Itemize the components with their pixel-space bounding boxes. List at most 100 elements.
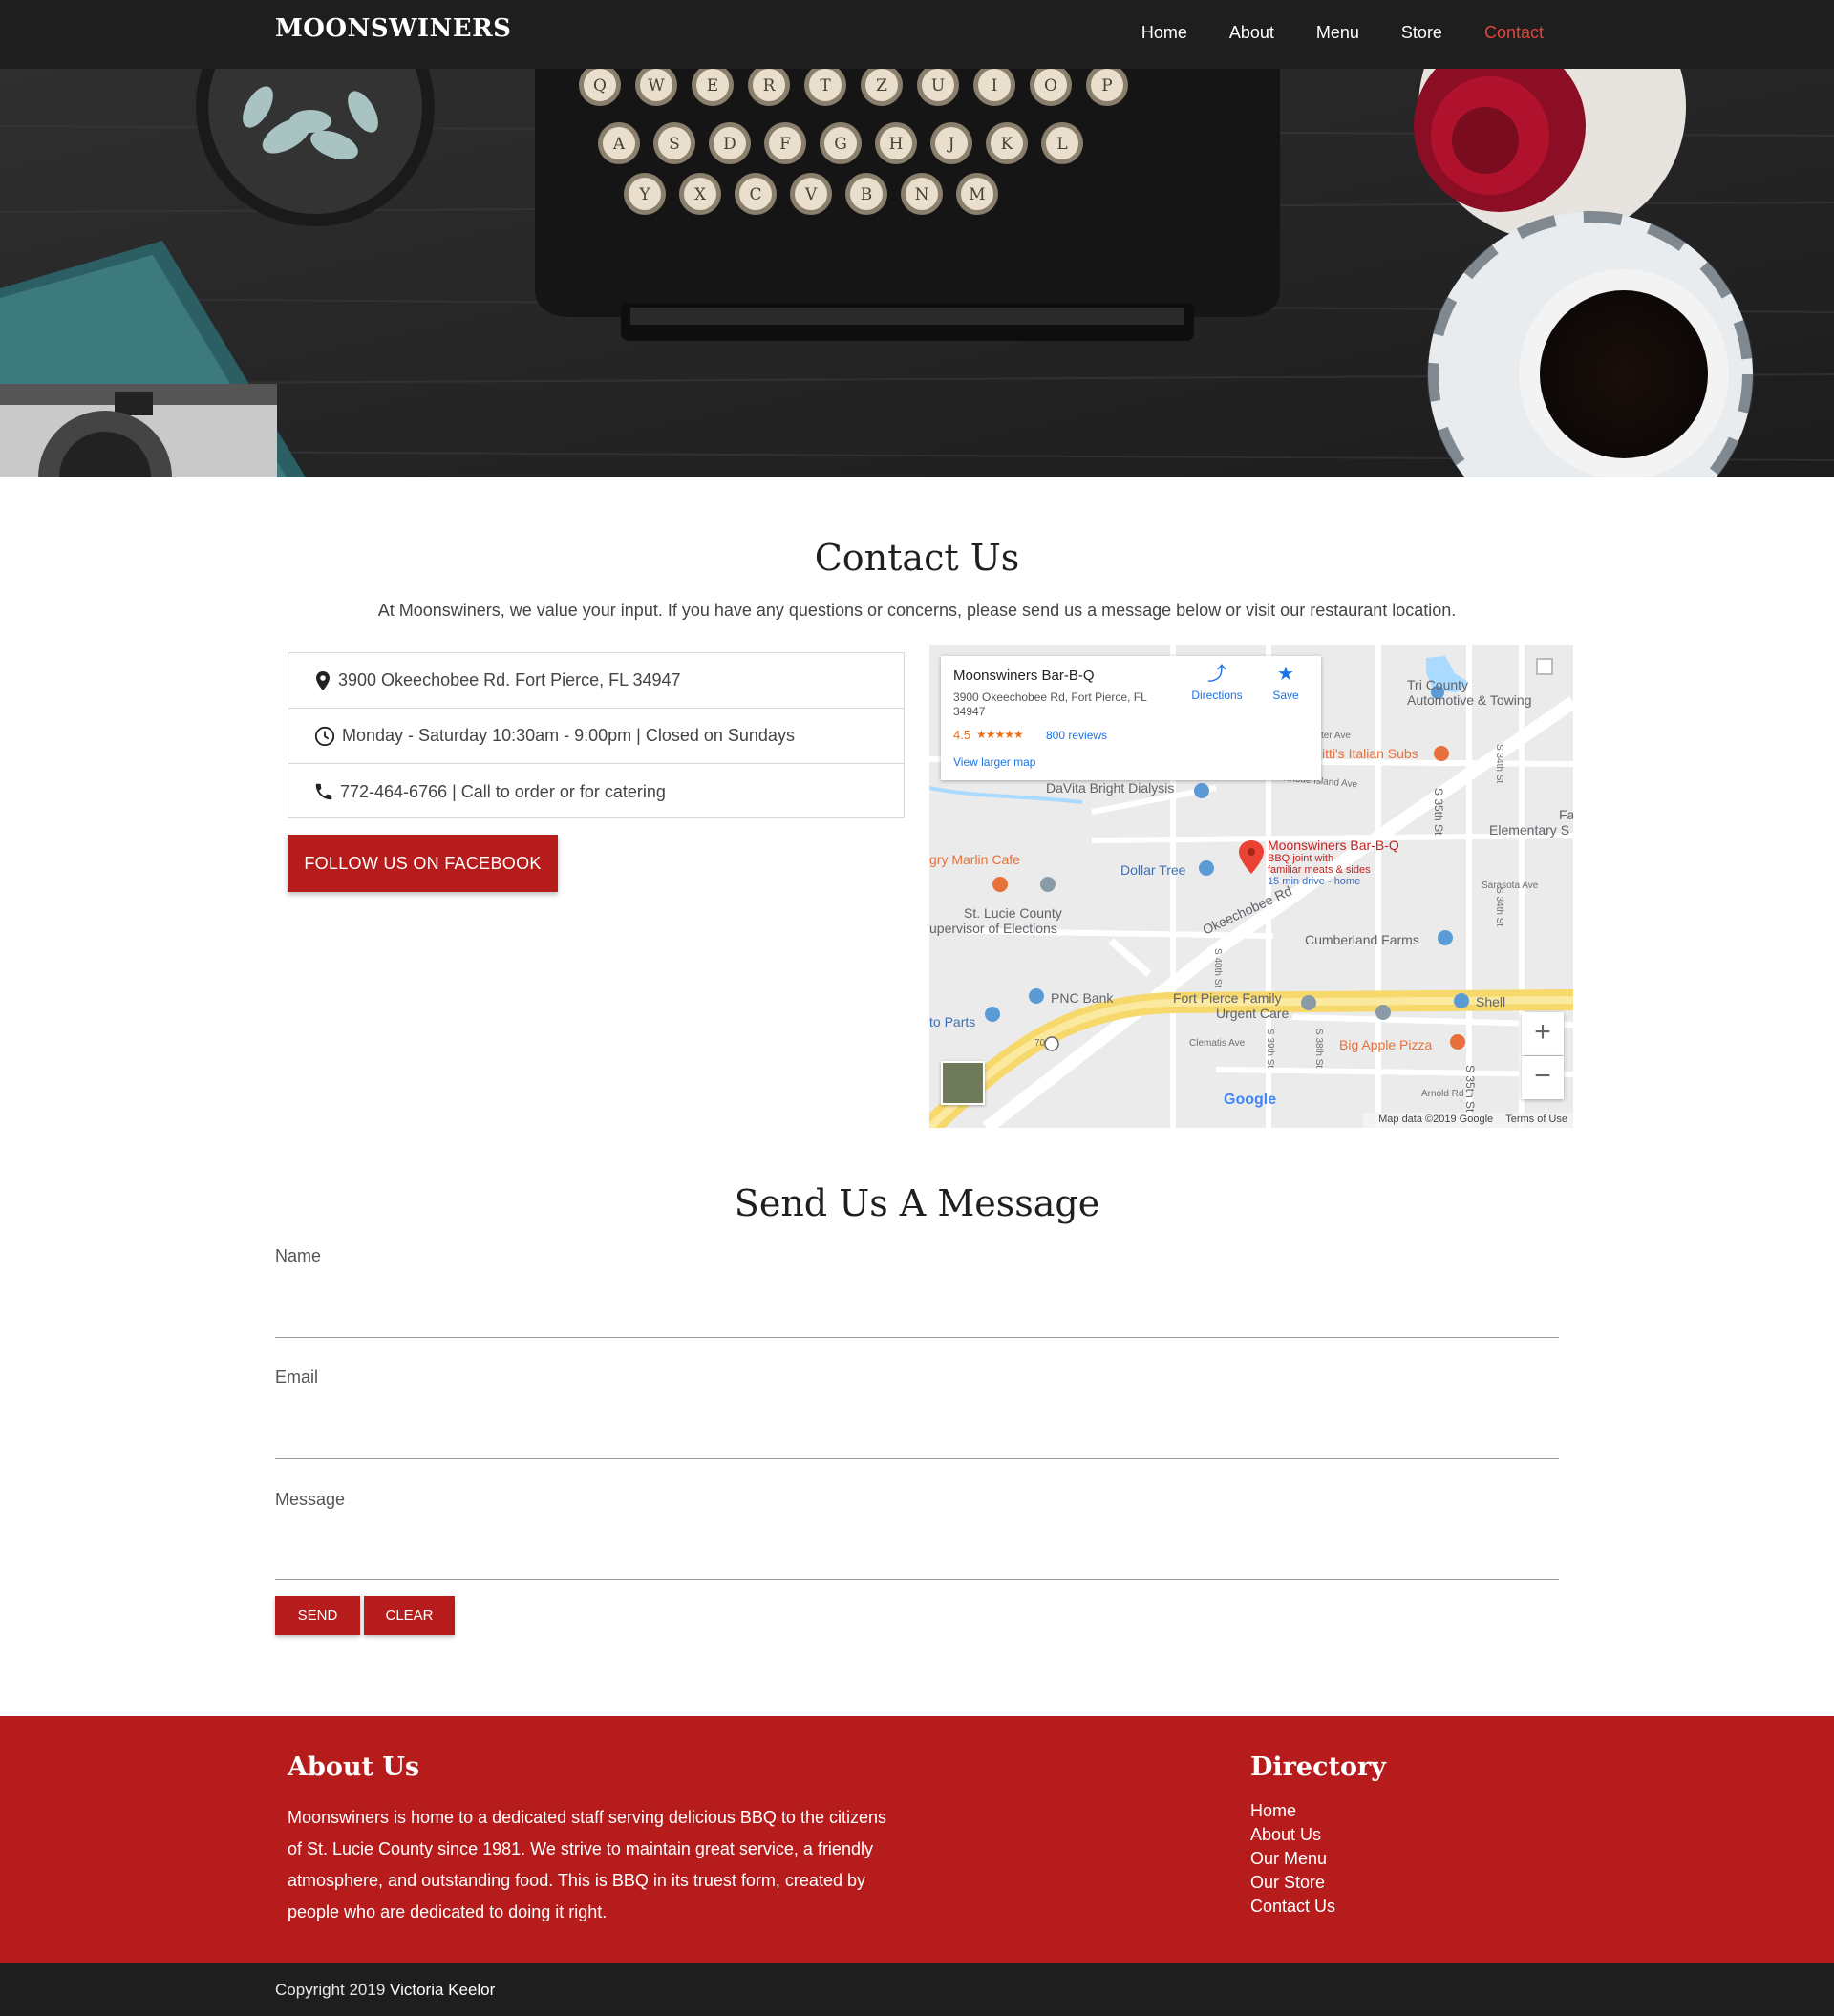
directions-button[interactable]: ⤴ Directions — [1184, 664, 1250, 702]
clear-button[interactable]: CLEAR — [364, 1596, 455, 1635]
place-name: Moonswiners Bar-B-Q — [953, 668, 1095, 684]
footer-link-store[interactable]: Our Store — [1250, 1873, 1325, 1892]
map-label: S 38th St — [1313, 1029, 1324, 1069]
nav-link-store[interactable]: Store — [1401, 23, 1442, 43]
map-label: DaVita Bright Dialysis — [1046, 780, 1175, 796]
message-form-title: Send Us A Message — [734, 1182, 1100, 1224]
save-label: Save — [1272, 689, 1299, 702]
hero-banner: Q W E R T Z U I O P A S D F G H J K L Y X C V B N M — [0, 69, 1834, 477]
map-label: Cumberland Farms — [1305, 932, 1419, 947]
save-button[interactable]: ★ Save — [1262, 664, 1310, 702]
typewriter-key-label: T — [820, 76, 831, 95]
camera — [0, 384, 277, 477]
map-label: Tri County — [1407, 677, 1469, 692]
map-label: Urgent Care — [1216, 1006, 1290, 1021]
typewriter-key-label: J — [947, 135, 955, 154]
copyright-text: Copyright 2019 Victoria Keelor — [275, 1981, 495, 2000]
map-label: Sarasota Ave — [1482, 881, 1539, 891]
clock-icon — [314, 726, 335, 746]
typewriter-key-label: S — [669, 135, 680, 154]
footer-link-about[interactable]: About Us — [1250, 1825, 1321, 1844]
google-logo: Google — [1224, 1092, 1277, 1108]
typewriter-key-label: B — [861, 185, 873, 204]
typewriter-key-label: P — [1101, 76, 1112, 95]
nav-link-menu[interactable]: Menu — [1316, 23, 1359, 43]
zoom-out-button[interactable]: − — [1522, 1056, 1564, 1099]
typewriter-key-label: F — [779, 135, 791, 154]
copyright-bar: Copyright 2019 Victoria Keelor — [0, 1963, 1834, 2016]
copyright-prefix: Copyright 2019 — [275, 1981, 386, 1999]
fullscreen-toggle[interactable] — [1536, 658, 1553, 675]
send-button[interactable]: SEND — [275, 1596, 360, 1635]
nav-link-home[interactable]: Home — [1141, 23, 1187, 43]
copyright-author: Victoria Keelor — [390, 1981, 496, 1999]
footer-link-home[interactable]: Home — [1250, 1801, 1296, 1820]
brand-logo[interactable]: MOONSWINERS — [275, 14, 511, 43]
map-label: 70 — [1034, 1038, 1046, 1049]
map-label: Clematis Ave — [1189, 1038, 1246, 1049]
view-larger-map-link[interactable]: View larger map — [953, 755, 1035, 769]
typewriter: Q W E R T Z U I O P A S D F G H J K L Y X C V B N M — [535, 69, 1280, 341]
star-rating-icon: ★★★★★ — [976, 728, 1024, 741]
follow-facebook-button[interactable]: FOLLOW US ON FACEBOOK — [288, 835, 558, 892]
map-place-card: Moonswiners Bar-B-Q 3900 Okeechobee Rd, … — [941, 656, 1321, 780]
map-label: S 40th St — [1212, 948, 1223, 988]
typewriter-key-label: E — [707, 76, 718, 95]
site-footer: About Us Moonswiners is home to a dedica… — [0, 1716, 1834, 1963]
typewriter-key-label: Z — [876, 76, 887, 95]
zoom-in-button[interactable]: + — [1522, 1012, 1564, 1055]
typewriter-key-label: Y — [638, 185, 650, 204]
map-label: upervisor of Elections — [929, 921, 1057, 936]
email-input[interactable] — [275, 1417, 1559, 1459]
restaurant-map-pin — [1239, 840, 1264, 874]
satellite-view-toggle[interactable] — [941, 1061, 985, 1105]
footer-about-text: Moonswiners is home to a dedicated staff… — [288, 1808, 886, 1921]
map-label: Fa — [1559, 807, 1573, 822]
map-label: S 34th St — [1494, 744, 1504, 784]
map-label: S 35th St — [1463, 1065, 1477, 1113]
footer-directory-title: Directory — [1250, 1752, 1386, 1782]
pin-drive-time: 15 min drive - home — [1268, 876, 1361, 887]
map-label: Big Apple Pizza — [1339, 1037, 1433, 1052]
terms-of-use-link[interactable]: Terms of Use — [1505, 1114, 1567, 1125]
typewriter-key-label: L — [1056, 135, 1067, 154]
reviews-link[interactable]: 800 reviews — [1046, 729, 1107, 742]
typewriter-key-label: D — [723, 135, 736, 154]
contact-intro: At Moonswiners, we value your input. If … — [377, 601, 1457, 620]
nav-links: Home About Menu Store Contact — [1099, 23, 1544, 43]
message-input[interactable] — [275, 1538, 1559, 1580]
typewriter-key-label: Q — [593, 76, 607, 95]
star-icon: ★ — [1277, 664, 1294, 685]
map-label: Shell — [1476, 994, 1506, 1009]
email-label: Email — [275, 1368, 319, 1387]
typewriter-key-label: K — [1001, 135, 1013, 154]
map-data-text: Map data ©2019 Google — [1378, 1114, 1494, 1125]
map-label: itti's Italian Subs — [1322, 746, 1418, 761]
typewriter-key-label: X — [694, 185, 707, 204]
typewriter-key-label: C — [749, 185, 761, 204]
footer-link-contact[interactable]: Contact Us — [1250, 1897, 1335, 1916]
map-label: PNC Bank — [1051, 990, 1114, 1006]
nav-link-about[interactable]: About — [1229, 23, 1274, 43]
place-address: 3900 Okeechobee Rd, Fort Pierce, FL 3494… — [953, 690, 1147, 718]
map-label: gry Marlin Cafe — [929, 852, 1020, 867]
typewriter-key-label: R — [763, 76, 777, 95]
footer-about-title: About Us — [288, 1752, 420, 1782]
directions-icon: ⤴ — [1207, 664, 1226, 685]
nav-link-contact[interactable]: Contact — [1484, 23, 1544, 43]
typewriter-key-label: H — [889, 135, 904, 154]
map-label: to Parts — [929, 1014, 976, 1029]
contact-info-list: 3900 Okeechobee Rd. Fort Pierce, FL 3494… — [288, 652, 905, 818]
map-label: ter Ave — [1321, 731, 1351, 741]
typewriter-key-label: M — [969, 185, 985, 204]
map-label: Arnold Rd — [1421, 1089, 1464, 1099]
place-rating: 4.5 — [953, 728, 971, 742]
map-label: Dollar Tree — [1120, 862, 1186, 878]
address-row: 3900 Okeechobee Rd. Fort Pierce, FL 3494… — [288, 653, 904, 709]
map-label: S 39th St — [1265, 1029, 1275, 1069]
typewriter-key-label: G — [834, 135, 847, 154]
google-map-embed[interactable]: Tri County Automotive & Towing itti's It… — [929, 645, 1573, 1128]
footer-link-menu[interactable]: Our Menu — [1250, 1849, 1327, 1868]
location-pin-icon — [316, 670, 330, 690]
name-input[interactable] — [275, 1296, 1559, 1338]
